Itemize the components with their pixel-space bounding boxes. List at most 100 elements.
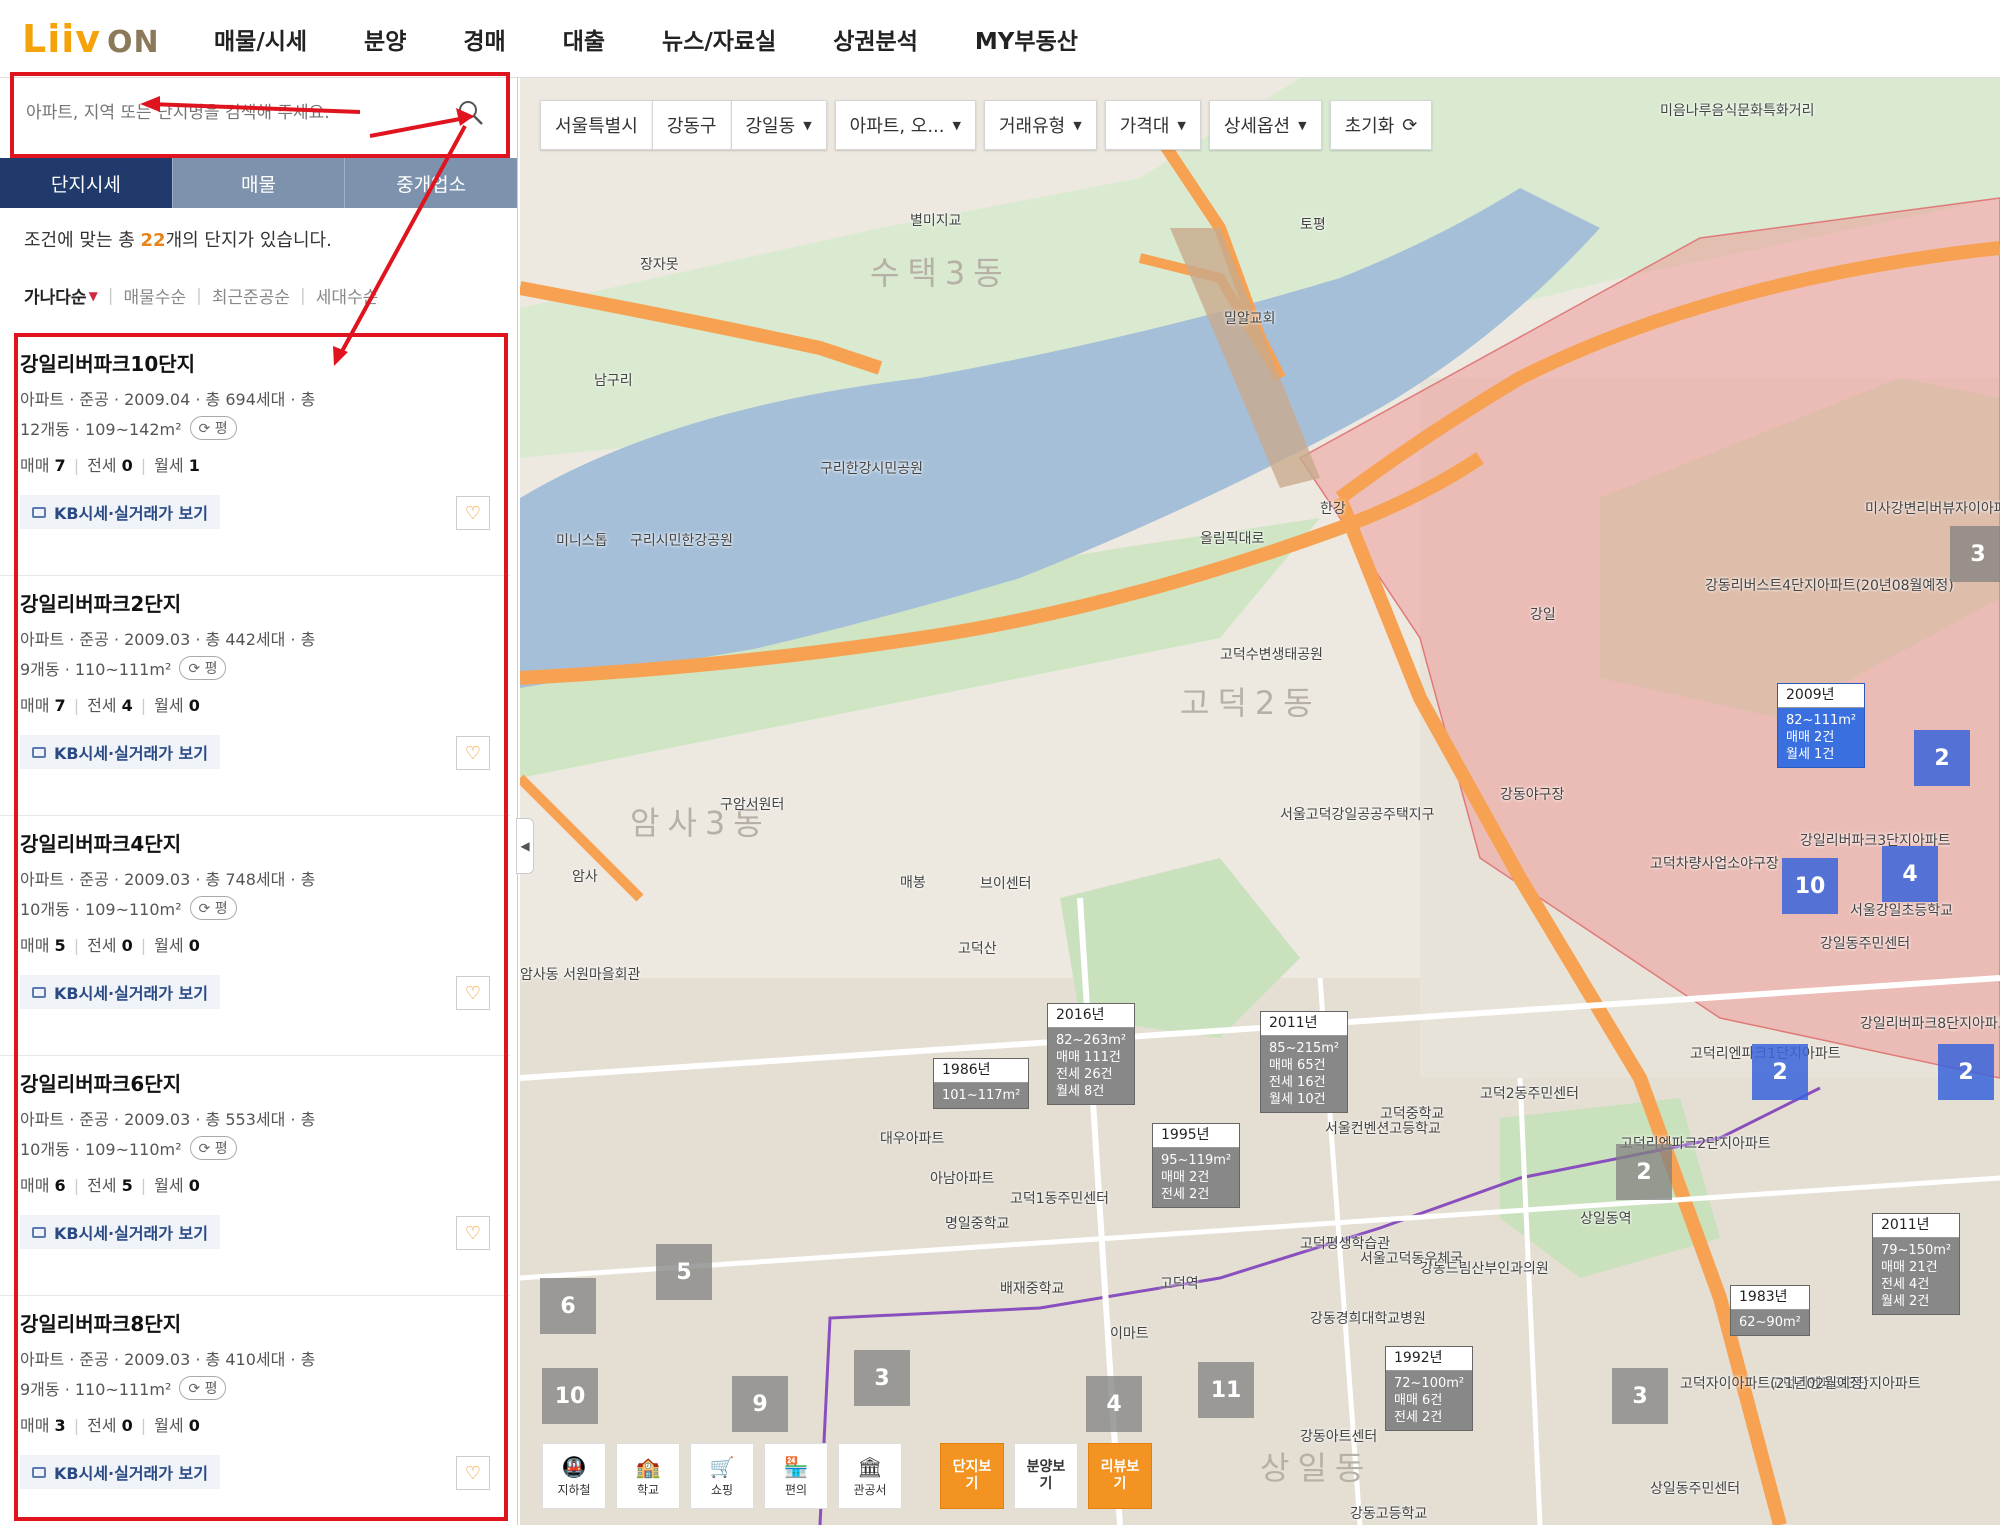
poi-store-button[interactable]: 🏪 편의 (764, 1443, 828, 1509)
complex-cluster-marker[interactable]: 4 (1086, 1376, 1142, 1432)
filter-price[interactable]: 가격대 ▼ (1104, 100, 1201, 150)
map-place-label[interactable]: 아남아파트 (930, 1168, 994, 1188)
filter-reset-button[interactable]: 초기화 ⟳ (1329, 100, 1433, 150)
map-place-label[interactable]: 강일 (1530, 604, 1556, 624)
map-place-label[interactable]: 브이센터 (980, 873, 1032, 893)
filter-detail[interactable]: 상세옵션 ▼ (1208, 100, 1322, 150)
nav-item-presale[interactable]: 분양 (364, 22, 406, 56)
map-place-label[interactable]: 미니스톱 (556, 530, 608, 550)
complex-price-card[interactable]: 1995년 95~119m² 매매 2건 전세 2건 (1152, 1123, 1241, 1208)
map-place-label[interactable]: 밀알교회 (1224, 308, 1276, 328)
map-place-label[interactable]: 고덕자이아파트(21년02월예정) (1680, 1373, 1868, 1393)
map-place-label[interactable]: 대우아파트 (880, 1128, 944, 1148)
map-place-label[interactable]: 암사 (572, 866, 598, 886)
map-place-label[interactable]: 배재중학교 (1000, 1278, 1064, 1298)
complex-cluster-marker[interactable]: 9 (732, 1376, 788, 1432)
map-place-label[interactable]: 서울고덕동우체국 (1360, 1248, 1463, 1268)
card-line: 매매 111건 (1056, 1050, 1121, 1065)
map-place-label[interactable]: 미음나루음식문화특화거리 (1660, 100, 1815, 120)
map-place-label[interactable]: 고덕차량사업소야구장 (1650, 853, 1779, 873)
nav-item-auction[interactable]: 경매 (463, 22, 505, 56)
complex-price-card[interactable]: 1986년 101~117m² (933, 1058, 1030, 1109)
map-view[interactable]: 서울특별시 강동구 강일동 ▼ 아파트, 오... ▼ 거래유형 ▼ 가격대 ▼ 상세옵… (520, 78, 2000, 1525)
map-place-label[interactable]: 미사강변리버뷰자이아파트 (1865, 498, 2000, 518)
map-place-label[interactable]: 명일중학교 (945, 1213, 1009, 1233)
map-place-label[interactable]: 서울컨벤션고등학교 (1325, 1118, 1441, 1138)
map-place-label[interactable]: 강일동주민센터 (1820, 933, 1910, 953)
map-place-label[interactable]: 이마트 (1110, 1323, 1149, 1343)
complex-cluster-marker[interactable]: 3 (1612, 1368, 1668, 1424)
map-place-label[interactable]: 강동고등학교 (1350, 1503, 1427, 1523)
complex-cluster-marker[interactable]: 4 (1882, 846, 1938, 902)
sort-alpha[interactable]: 가나다순 (24, 283, 87, 308)
filter-type[interactable]: 아파트, 오... ▼ (834, 100, 976, 150)
map-place-label[interactable]: 구리한강시민공원 (820, 458, 923, 478)
complex-cluster-marker[interactable]: 10 (542, 1368, 598, 1424)
nav-item-listing-price[interactable]: 매물/시세 (214, 22, 307, 56)
complex-price-card[interactable]: 2011년 85~215m² 매매 65건 전세 16건 월세 10건 (1260, 1011, 1349, 1113)
complex-price-card[interactable]: 1992년 72~100m² 매매 6건 전세 2건 (1385, 1346, 1474, 1431)
nav-item-commercial[interactable]: 상권분석 (833, 22, 918, 56)
filter-district[interactable]: 강동구 (651, 100, 731, 150)
complex-cluster-marker[interactable]: 2 (1914, 730, 1970, 786)
toggle-view-button[interactable]: 리뷰보기 (1088, 1443, 1152, 1509)
nav-item-loan[interactable]: 대출 (563, 22, 605, 56)
map-place-label[interactable]: 상일동역 (1580, 1208, 1632, 1228)
complex-cluster-marker[interactable]: 3 (854, 1350, 910, 1406)
sort-households[interactable]: 세대수순 (316, 283, 379, 308)
poi-cart-button[interactable]: 🛒 쇼핑 (690, 1443, 754, 1509)
collapse-sidebar-button[interactable]: ◀ (516, 818, 534, 874)
sort-listing-count[interactable]: 매물수순 (124, 283, 187, 308)
map-place-label[interactable]: 강동아트센터 (1300, 1426, 1377, 1446)
complex-cluster-marker[interactable]: 11 (1198, 1362, 1254, 1418)
complex-cluster-marker[interactable]: 2 (1938, 1044, 1994, 1100)
map-place-label[interactable]: 고덕역 (1160, 1273, 1199, 1293)
nav-item-news[interactable]: 뉴스/자료실 (662, 22, 776, 56)
sort-recent[interactable]: 최근준공순 (212, 283, 290, 308)
poi-school-button[interactable]: 🏫 학교 (616, 1443, 680, 1509)
filter-city[interactable]: 서울특별시 (540, 100, 652, 150)
map-place-label[interactable]: 고덕2동주민센터 (1480, 1083, 1579, 1103)
complex-price-card[interactable]: 2011년 79~150m² 매매 21건 전세 4건 월세 2건 (1872, 1213, 1961, 1315)
complex-price-card[interactable]: 2009년 82~111m² 매매 2건 월세 1건 (1777, 683, 1866, 768)
complex-cluster-marker[interactable]: 10 (1782, 858, 1838, 914)
map-place-label[interactable]: 별미지교 (910, 210, 962, 230)
map-place-label[interactable]: 강동야구장 (1500, 784, 1564, 804)
map-place-label[interactable]: 구리시민한강공원 (630, 530, 733, 550)
map-place-label[interactable]: 토평 (1300, 214, 1326, 234)
toggle-view-button[interactable]: 분양보기 (1014, 1443, 1078, 1509)
map-place-label[interactable]: 남구리 (594, 370, 633, 390)
tab-listings[interactable]: 매물 (172, 158, 346, 208)
complex-cluster-marker[interactable]: 5 (656, 1244, 712, 1300)
poi-building-button[interactable]: 🏛 관공서 (838, 1443, 902, 1509)
map-place-label[interactable]: 강일리버파크8단지아파트 (1860, 1013, 2000, 1033)
map-place-label[interactable]: 강동경희대학교병원 (1310, 1308, 1426, 1328)
map-place-label[interactable]: 암사동 서원마을회관 (520, 964, 640, 984)
map-place-label[interactable]: 강동리버스트4단지아파트(20년08월예정) (1705, 575, 1954, 595)
complex-cluster-marker[interactable]: 2 (1616, 1144, 1672, 1200)
map-place-label[interactable]: 상일동주민센터 (1650, 1478, 1740, 1498)
map-place-label[interactable]: 장자못 (640, 254, 679, 274)
map-place-label[interactable]: 매봉 (900, 872, 926, 892)
map-place-label[interactable]: 서울강일초등학교 (1850, 900, 1953, 920)
toggle-view-button[interactable]: 단지보기 (940, 1443, 1004, 1509)
liiv-on-logo[interactable]: Liiv ON (22, 14, 159, 64)
tab-agencies[interactable]: 중개업소 (345, 158, 517, 208)
filter-trade[interactable]: 거래유형 ▼ (983, 100, 1097, 150)
complex-price-card[interactable]: 1983년 62~90m² (1730, 1285, 1810, 1336)
filter-dong[interactable]: 강일동 ▼ (730, 100, 827, 150)
complex-cluster-marker[interactable]: 3 (1950, 526, 2000, 582)
map-place-label[interactable]: 고덕1동주민센터 (1010, 1188, 1109, 1208)
complex-cluster-marker[interactable]: 2 (1752, 1044, 1808, 1100)
map-place-label[interactable]: 고덕수변생태공원 (1220, 644, 1323, 664)
poi-subway-button[interactable]: 🚇 지하철 (542, 1443, 606, 1509)
map-place-label[interactable]: 고덕산 (958, 938, 997, 958)
map-place-label[interactable]: 올림픽대로 (1200, 528, 1264, 548)
map-place-label[interactable]: 서울고덕강일공공주택지구 (1280, 804, 1435, 824)
map-place-label[interactable]: 구암서원터 (720, 794, 784, 814)
map-place-label[interactable]: 한강 (1320, 498, 1346, 518)
complex-price-card[interactable]: 2016년 82~263m² 매매 111건 전세 26건 월세 8건 (1047, 1003, 1136, 1105)
nav-item-my-realestate[interactable]: MY부동산 (975, 22, 1078, 56)
complex-cluster-marker[interactable]: 6 (540, 1278, 596, 1334)
tab-complex-price[interactable]: 단지시세 (0, 158, 173, 208)
